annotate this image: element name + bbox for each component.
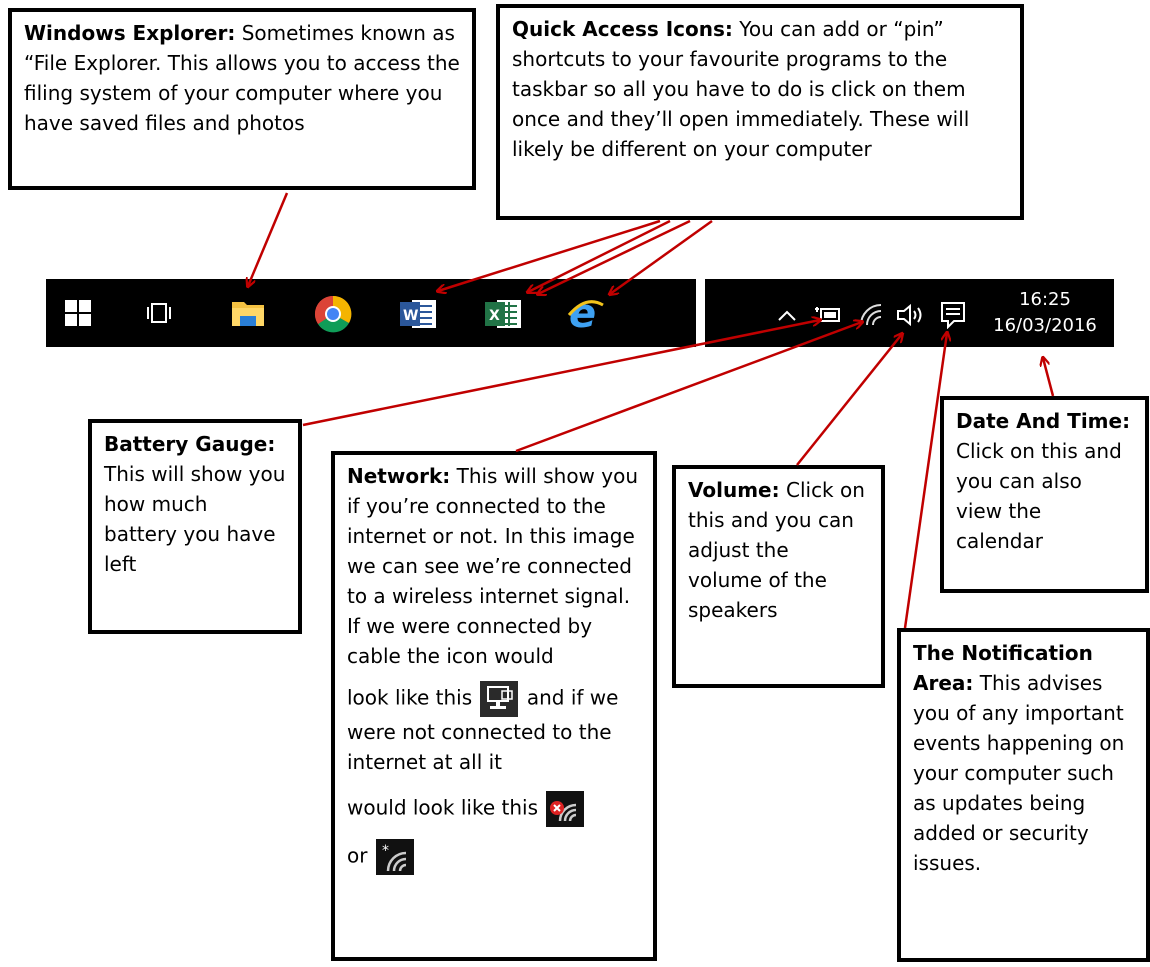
chrome-icon[interactable]	[312, 293, 354, 335]
wifi-disconnected-icon	[546, 791, 585, 827]
callout-volume: Volume: Click on this and you can adjust…	[672, 465, 885, 688]
callout-battery-gauge: Battery Gauge: This will show you how mu…	[88, 419, 302, 634]
disconnected-text: would look like this	[347, 795, 538, 820]
clock-date: 16/03/2016	[993, 315, 1097, 336]
word-icon[interactable]: W	[397, 294, 439, 334]
callout-title: Volume:	[688, 478, 780, 502]
svg-text:X: X	[489, 308, 500, 324]
battery-icon[interactable]	[814, 302, 844, 326]
taskbar-clock[interactable]: 16:25 16/03/2016	[980, 287, 1110, 339]
callout-title: Windows Explorer:	[24, 21, 236, 45]
task-view-icon[interactable]	[142, 297, 176, 329]
clock-time: 16:25	[1019, 289, 1071, 310]
callout-notification-area: The Notification Area: This advises you …	[897, 628, 1150, 962]
callout-quick-access: Quick Access Icons: You can add or “pin”…	[496, 4, 1024, 220]
arrow-volume	[796, 334, 902, 466]
windows-start-icon[interactable]	[62, 297, 94, 329]
callout-title: Quick Access Icons:	[512, 17, 733, 41]
excel-icon[interactable]: X	[482, 294, 524, 334]
file-explorer-icon[interactable]	[228, 293, 268, 333]
wifi-no-internet-icon: *	[375, 839, 414, 875]
callout-network: Network: This will show you if you’re co…	[331, 451, 657, 961]
callout-title: Battery Gauge:	[104, 432, 276, 456]
svg-text:W: W	[403, 308, 418, 324]
arrow-explorer	[248, 192, 289, 286]
volume-icon[interactable]	[894, 302, 928, 328]
callout-body: This advises you of any important events…	[913, 671, 1125, 875]
ethernet-icon	[480, 681, 519, 717]
callout-windows-explorer: Windows Explorer: Sometimes known as “Fi…	[8, 8, 476, 190]
callout-body: This will show you if you’re connected t…	[347, 464, 639, 668]
or-text: or	[347, 843, 368, 868]
callout-title: Network:	[347, 464, 451, 488]
callout-title: Date And Time:	[956, 409, 1131, 433]
callout-body: Click on this and you can also view the …	[956, 439, 1122, 553]
callout-body: This will show you how much battery you …	[104, 462, 286, 576]
notification-icon[interactable]	[938, 300, 968, 330]
callout-date-time: Date And Time: Click on this and you can…	[940, 396, 1149, 593]
internet-explorer-icon[interactable]: e	[564, 290, 608, 334]
svg-text:*: *	[382, 843, 389, 859]
chevron-up-icon[interactable]	[776, 304, 798, 326]
arrow-date-time	[1043, 358, 1055, 397]
wifi-icon[interactable]	[858, 303, 886, 327]
cable-text: look like this	[347, 685, 473, 710]
